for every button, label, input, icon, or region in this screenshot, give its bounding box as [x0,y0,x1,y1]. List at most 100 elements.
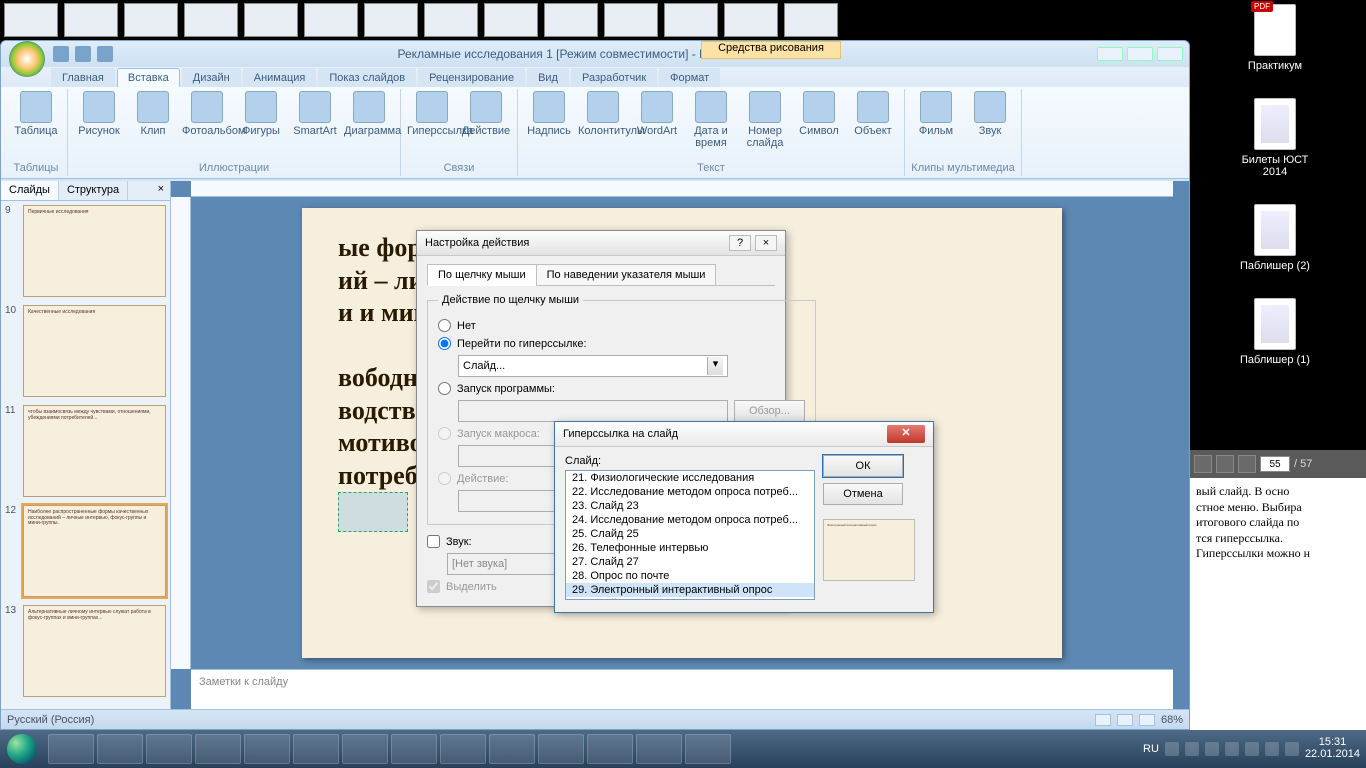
office-button[interactable] [9,41,45,77]
list-item[interactable]: 30. Слайд 30 [566,597,814,600]
view-slideshow-icon[interactable] [1139,714,1155,726]
btn-datetime[interactable]: Дата и время [686,91,736,149]
btn-clipart[interactable]: Клип [128,91,178,137]
slide-thumb-9[interactable]: 9Первичные исследования [5,205,166,297]
minimize-button[interactable] [1097,47,1123,61]
radio-run-program[interactable] [438,382,451,395]
desktop-icon-word[interactable]: Билеты ЮСТ 2014 [1230,98,1320,178]
taskbar-adobe-reader[interactable] [636,734,682,764]
tray-volume-icon[interactable] [1245,742,1259,756]
ok-button[interactable]: ОК [823,455,903,477]
btn-object[interactable]: Объект [848,91,898,137]
taskbar-explorer[interactable] [48,734,94,764]
tab-design[interactable]: Дизайн [182,68,241,87]
btn-action[interactable]: Действие [461,91,511,137]
taskbar-mail[interactable] [440,734,486,764]
preview-thumb[interactable] [784,3,838,37]
clock[interactable]: 15:31 22.01.2014 [1305,737,1360,760]
btn-chart[interactable]: Диаграмма [344,91,394,137]
taskbar-app[interactable] [538,734,584,764]
view-normal-icon[interactable] [1095,714,1111,726]
tab-slideshow[interactable]: Показ слайдов [318,68,416,87]
lang-indicator[interactable]: RU [1143,743,1159,755]
dialog-titlebar[interactable]: Настройка действия ? × [417,231,785,256]
slide-thumb-11[interactable]: 11чтобы взаимосвязь между чувствами, отн… [5,405,166,497]
preview-thumb[interactable] [424,3,478,37]
desktop-icon-word[interactable]: Паблишер (2) [1230,204,1320,272]
preview-thumb[interactable] [484,3,538,37]
browse-button[interactable]: Обзор... [734,400,805,422]
pdf-page-input[interactable] [1260,456,1290,472]
tray-help-icon[interactable] [1165,742,1179,756]
btn-textbox[interactable]: Надпись [524,91,574,137]
slides-pane-close[interactable]: × [152,181,170,200]
notes-pane[interactable]: Заметки к слайду [191,669,1173,709]
tray-battery-icon[interactable] [1265,742,1279,756]
preview-thumb[interactable] [124,3,178,37]
tab-format[interactable]: Формат [659,68,720,87]
taskbar-media[interactable] [489,734,535,764]
taskbar-excel[interactable] [293,734,339,764]
chevron-down-icon[interactable]: ▾ [707,357,723,375]
hyperlink-combo[interactable]: Слайд...▾ [458,355,728,377]
btn-symbol[interactable]: Символ [794,91,844,137]
qat-save-icon[interactable] [53,46,69,62]
btn-hyperlink[interactable]: Гиперссылка [407,91,457,137]
btn-table[interactable]: Таблица [11,91,61,137]
list-item[interactable]: 24. Исследование методом опроса потреб..… [566,513,814,527]
cancel-button[interactable]: Отмена [823,483,903,505]
taskbar-onenote[interactable] [391,734,437,764]
dialog-titlebar[interactable]: Гиперссылка на слайд ✕ [555,422,933,447]
preview-thumb[interactable] [724,3,778,37]
slide-thumbnail-list[interactable]: 9Первичные исследования 10Качественные и… [1,201,170,709]
btn-shapes[interactable]: Фигуры [236,91,286,137]
taskbar-odnoklassniki[interactable] [587,734,633,764]
tray-flag-icon[interactable] [1285,742,1299,756]
btn-picture[interactable]: Рисунок [74,91,124,137]
outline-tab[interactable]: Структура [59,181,128,200]
close-button[interactable] [1157,47,1183,61]
slide-thumb-12[interactable]: 12Наиболее распространенные формы качест… [5,505,166,597]
preview-thumb[interactable] [664,3,718,37]
btn-smartart[interactable]: SmartArt [290,91,340,137]
pdf-toolbar-button[interactable] [1194,455,1212,473]
taskbar-word[interactable] [244,734,290,764]
qat-redo-icon[interactable] [97,46,113,62]
slides-tab[interactable]: Слайды [1,181,59,200]
btn-headerfooter[interactable]: Колонтитулы [578,91,628,137]
taskbar-folder[interactable] [97,734,143,764]
list-item[interactable]: 22. Исследование методом опроса потреб..… [566,485,814,499]
view-sorter-icon[interactable] [1117,714,1133,726]
list-item[interactable]: 25. Слайд 25 [566,527,814,541]
pdf-toolbar-button[interactable] [1238,455,1256,473]
list-item[interactable]: 26. Телефонные интервью [566,541,814,555]
taskbar-powerpoint[interactable] [685,734,731,764]
selected-action-shape[interactable] [338,492,408,532]
radio-none[interactable] [438,319,451,332]
preview-thumb[interactable] [304,3,358,37]
tray-network-icon[interactable] [1205,742,1219,756]
desktop-icon-word[interactable]: Паблишер (1) [1230,298,1320,366]
preview-thumb[interactable] [604,3,658,37]
preview-thumb[interactable] [184,3,238,37]
qat-undo-icon[interactable] [75,46,91,62]
tray-bluetooth-icon[interactable] [1225,742,1239,756]
preview-thumb[interactable] [64,3,118,37]
taskbar-chrome[interactable] [195,734,241,764]
preview-thumb[interactable] [4,3,58,37]
checkbox-sound[interactable] [427,535,440,548]
btn-sound[interactable]: Звук [965,91,1015,137]
dialog-close-button[interactable]: × [755,235,777,251]
btn-wordart[interactable]: WordArt [632,91,682,137]
tab-on-hover[interactable]: По наведении указателя мыши [536,264,717,286]
list-item[interactable]: 21. Физиологические исследования [566,471,814,485]
taskbar-access[interactable] [342,734,388,764]
taskbar-hp[interactable] [146,734,192,764]
list-item[interactable]: 27. Слайд 27 [566,555,814,569]
pdf-toolbar-button[interactable] [1216,455,1234,473]
tray-shield-icon[interactable] [1185,742,1199,756]
slide-thumb-10[interactable]: 10Качественные исследования [5,305,166,397]
dialog-help-button[interactable]: ? [729,235,751,251]
desktop-icon-pdf[interactable]: Практикум [1230,4,1320,72]
tab-animation[interactable]: Анимация [243,68,317,87]
